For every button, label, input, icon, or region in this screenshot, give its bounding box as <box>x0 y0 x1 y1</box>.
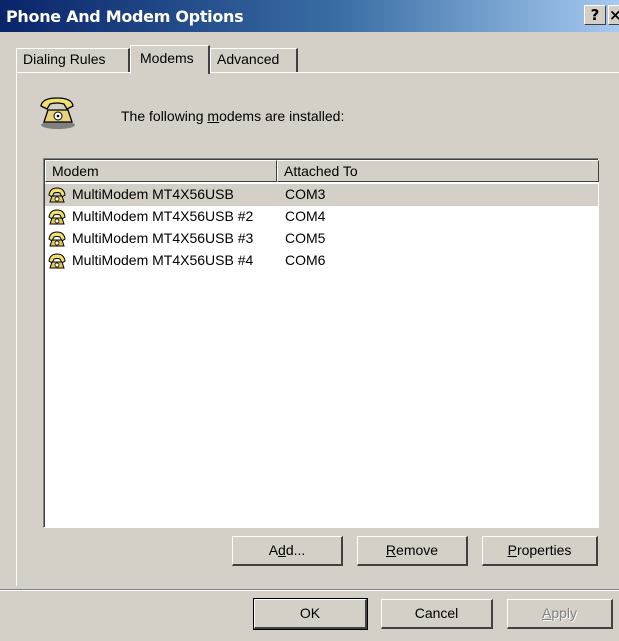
telephone-icon <box>40 97 75 129</box>
apply-button[interactable]: Apply <box>507 599 613 629</box>
modem-icon <box>48 209 66 225</box>
modem-row[interactable]: MultiModem MT4X56USB #2 COM4 <box>45 206 598 228</box>
modem-row[interactable]: MultiModem MT4X56USB #3 COM5 <box>45 228 598 250</box>
properties-button[interactable]: Properties <box>482 536 598 566</box>
remove-button[interactable]: Remove <box>357 536 468 566</box>
modem-row[interactable]: MultiModem MT4X56USB #4 COM6 <box>45 250 598 272</box>
ok-button[interactable]: OK <box>253 598 368 630</box>
footer-separator-highlight <box>0 590 619 591</box>
modem-icon <box>48 253 66 269</box>
window-title: Phone And Modem Options <box>6 7 244 26</box>
column-header-attached-to[interactable]: Attached To <box>277 160 599 182</box>
modem-row[interactable]: MultiModem MT4X56USB COM3 <box>45 184 598 206</box>
installed-modems-label: The following modems are installed: <box>121 108 345 124</box>
modem-icon <box>48 231 66 247</box>
column-header-modem[interactable]: Modem <box>45 160 277 182</box>
modem-port: COM6 <box>285 252 326 268</box>
modem-port: COM4 <box>285 208 326 224</box>
help-button[interactable]: ? <box>584 5 606 25</box>
modem-name: MultiModem MT4X56USB #4 <box>72 252 254 268</box>
modem-name: MultiModem MT4X56USB #3 <box>72 230 254 246</box>
title-bar[interactable]: Phone And Modem Options ? × <box>0 0 619 32</box>
add-button[interactable]: Add... <box>232 536 343 566</box>
modem-port: COM5 <box>285 230 326 246</box>
modem-name: MultiModem MT4X56USB #2 <box>72 208 254 224</box>
modem-name: MultiModem MT4X56USB <box>72 186 234 202</box>
modem-port: COM3 <box>285 186 326 202</box>
cancel-button[interactable]: Cancel <box>381 599 493 629</box>
modem-icon <box>48 187 66 203</box>
tab-advanced[interactable]: Advanced <box>210 48 298 72</box>
tab-dialing-rules[interactable]: Dialing Rules <box>16 48 130 72</box>
modem-list[interactable]: Modem Attached To MultiModem MT4X56USB C… <box>43 158 599 528</box>
tab-modems[interactable]: Modems <box>130 45 210 74</box>
close-button[interactable]: × <box>608 5 619 25</box>
